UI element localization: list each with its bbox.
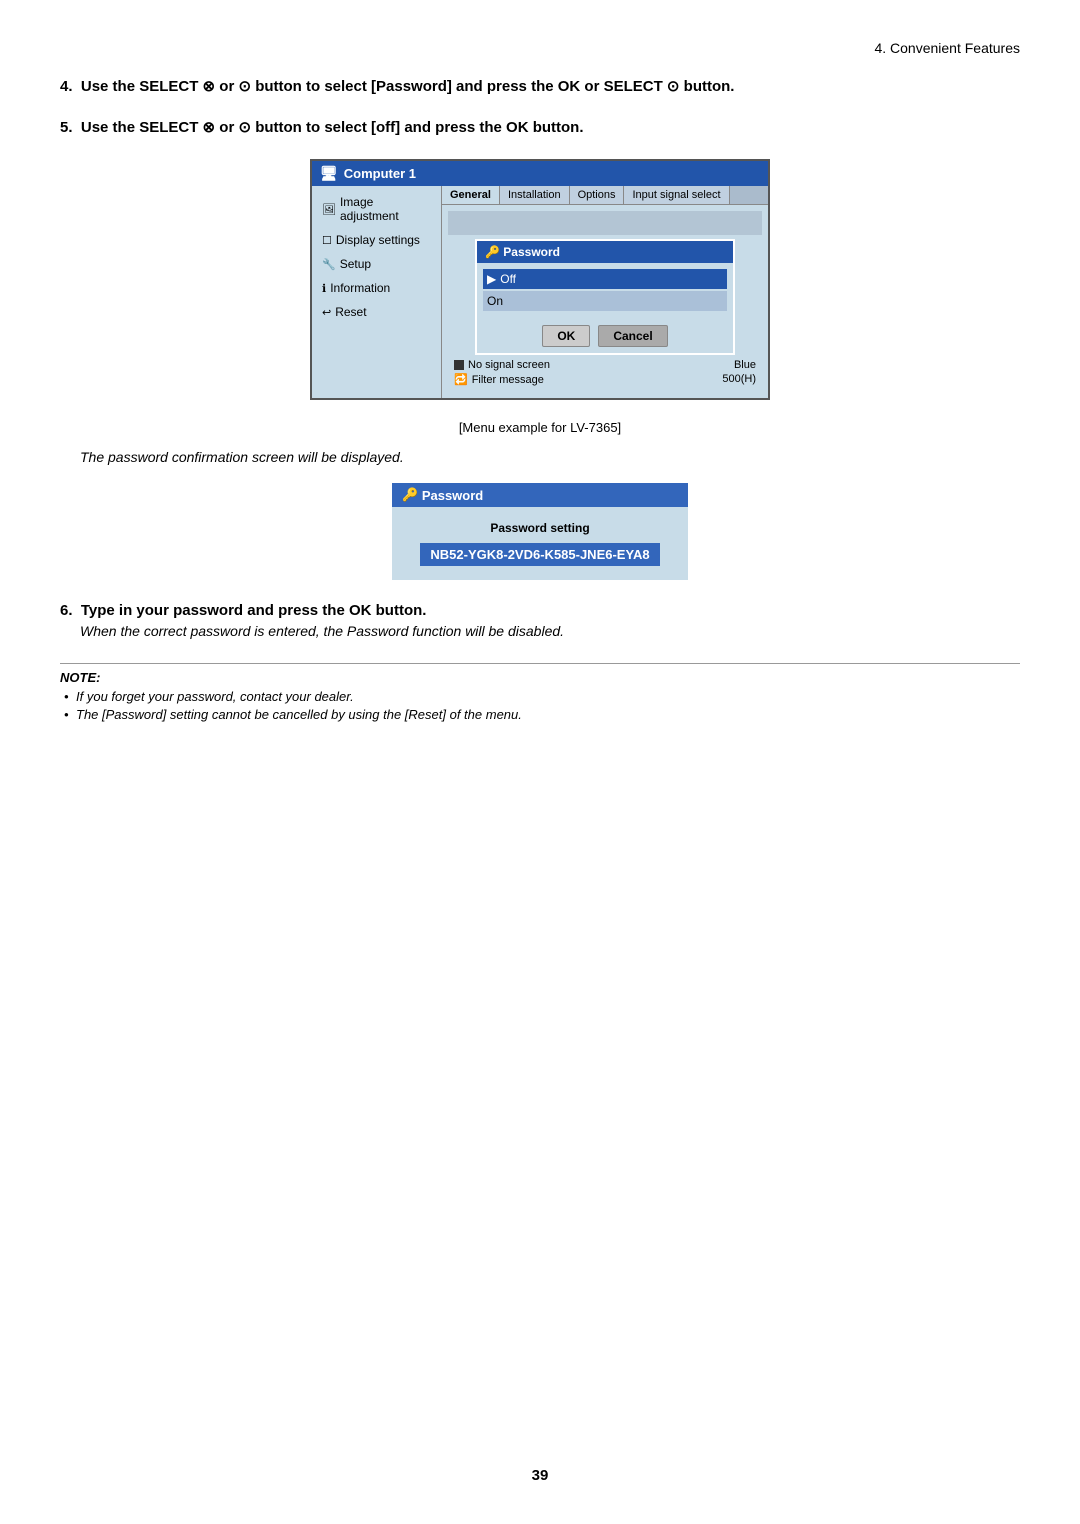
- ui-titlebar: 🖥 Computer 1: [312, 161, 768, 186]
- step6-text: 6. Type in your password and press the O…: [60, 602, 426, 619]
- filter-message-row: 🔁 Filter message 500(H): [454, 373, 756, 386]
- step4-text: 4. Use the SELECT ⊗ or ⊙ button to selec…: [60, 78, 734, 95]
- background-content: [448, 211, 762, 235]
- dialog-title: 🔑 Password: [477, 241, 733, 263]
- step6-sub-content: When the correct password is entered, th…: [80, 623, 564, 639]
- dialog-buttons: OK Cancel: [477, 319, 733, 353]
- pwd-title-icon: 🔑: [402, 487, 418, 503]
- computer-icon: 🖥: [320, 165, 338, 182]
- step5-item: 5. Use the SELECT ⊗ or ⊙ button to selec…: [60, 117, 1020, 140]
- sidebar-item-display-settings[interactable]: ☐ Display settings: [312, 228, 441, 252]
- ui-footer: No signal screen Blue 🔁 Filter message 5…: [448, 355, 762, 392]
- pwd-title-text: Password: [422, 488, 483, 503]
- sidebar-label-image: Image adjustment: [340, 195, 431, 223]
- sidebar-label-information: Information: [330, 281, 390, 295]
- note-title: NOTE:: [60, 670, 1020, 685]
- pwd-confirm-body: Password setting NB52-YGK8-2VD6-K585-JNE…: [392, 507, 688, 580]
- password-confirm-box: 🔑 Password Password setting NB52-YGK8-2V…: [390, 481, 690, 582]
- ui-title: Computer 1: [344, 166, 416, 181]
- pwd-key-value: NB52-YGK8-2VD6-K585-JNE6-EYA8: [420, 543, 659, 566]
- step5-text: 5. Use the SELECT ⊗ or ⊙ button to selec…: [60, 119, 584, 136]
- no-signal-icon: [454, 360, 464, 370]
- page-number: 39: [0, 1467, 1080, 1484]
- dialog-title-icon: 🔑: [485, 245, 500, 259]
- step6-item: 6. Type in your password and press the O…: [60, 602, 1020, 639]
- ok-button[interactable]: OK: [542, 325, 590, 347]
- dialog-body: ▶ Off On: [477, 263, 733, 319]
- option-on-row[interactable]: On: [483, 291, 727, 311]
- tab-general[interactable]: General: [442, 186, 500, 204]
- ui-content: 🔑 Password ▶ Off On OK C: [442, 205, 768, 398]
- sidebar-label-reset: Reset: [335, 305, 366, 319]
- ui-tabs: General Installation Options Input signa…: [442, 186, 768, 205]
- no-signal-value: Blue: [734, 359, 756, 371]
- filter-icon: 🔁: [454, 373, 468, 386]
- setup-icon: 🔧: [322, 258, 336, 271]
- ui-main: General Installation Options Input signa…: [442, 186, 768, 398]
- note-item-2: The [Password] setting cannot be cancell…: [60, 707, 1020, 722]
- sidebar-item-image-adjustment[interactable]: 🖼 Image adjustment: [312, 190, 441, 228]
- sidebar-item-setup[interactable]: 🔧 Setup: [312, 252, 441, 276]
- no-signal-row: No signal screen Blue: [454, 359, 756, 371]
- info-icon: ℹ: [322, 282, 326, 295]
- option-on-label: On: [487, 294, 503, 308]
- confirm-text: The password confirmation screen will be…: [80, 449, 1020, 465]
- arrow-icon: ▶: [487, 272, 496, 286]
- cancel-button[interactable]: Cancel: [598, 325, 667, 347]
- note-item-1: If you forget your password, contact you…: [60, 689, 1020, 704]
- password-dialog: 🔑 Password ▶ Off On OK C: [475, 239, 735, 355]
- sidebar-label-setup: Setup: [340, 257, 371, 271]
- filter-message-value: 500(H): [722, 373, 756, 386]
- step4-item: 4. Use the SELECT ⊗ or ⊙ button to selec…: [60, 76, 1020, 99]
- no-signal-text: No signal screen: [468, 359, 550, 371]
- confirm-text-content: The password confirmation screen will be…: [80, 449, 404, 465]
- display-settings-icon: ☐: [322, 234, 332, 247]
- chapter-title: 4. Convenient Features: [874, 40, 1020, 56]
- no-signal-label: No signal screen: [454, 359, 550, 371]
- tab-installation[interactable]: Installation: [500, 186, 570, 204]
- ui-screenshot: 🖥 Computer 1 🖼 Image adjustment ☐ Displa…: [310, 159, 770, 400]
- tab-options[interactable]: Options: [570, 186, 625, 204]
- tab-input-signal[interactable]: Input signal select: [624, 186, 729, 204]
- step6-subtext: When the correct password is entered, th…: [80, 623, 1020, 639]
- dialog-title-label: Password: [503, 245, 560, 259]
- filter-message-label: 🔁 Filter message: [454, 373, 544, 386]
- ui-sidebar: 🖼 Image adjustment ☐ Display settings 🔧 …: [312, 186, 442, 398]
- sidebar-label-display: Display settings: [336, 233, 420, 247]
- page-number-text: 39: [532, 1467, 549, 1484]
- option-off-row[interactable]: ▶ Off: [483, 269, 727, 289]
- sidebar-item-information[interactable]: ℹ Information: [312, 276, 441, 300]
- note-item-1-text: If you forget your password, contact you…: [76, 689, 354, 704]
- note-item-2-text: The [Password] setting cannot be cancell…: [76, 707, 522, 722]
- caption-text: [Menu example for LV-7365]: [459, 420, 621, 435]
- ui-body: 🖼 Image adjustment ☐ Display settings 🔧 …: [312, 186, 768, 398]
- image-adjustment-icon: 🖼: [322, 203, 336, 216]
- chapter-header: 4. Convenient Features: [60, 40, 1020, 56]
- ui-caption: [Menu example for LV-7365]: [60, 420, 1020, 435]
- note-section: NOTE: If you forget your password, conta…: [60, 663, 1020, 722]
- pwd-confirm-title: 🔑 Password: [392, 483, 688, 507]
- option-off-label: Off: [500, 272, 516, 286]
- filter-message-text: Filter message: [472, 374, 544, 386]
- sidebar-item-reset[interactable]: ↩ Reset: [312, 300, 441, 324]
- reset-icon: ↩: [322, 306, 331, 319]
- note-title-text: NOTE:: [60, 670, 100, 685]
- pwd-setting-label: Password setting: [408, 521, 672, 535]
